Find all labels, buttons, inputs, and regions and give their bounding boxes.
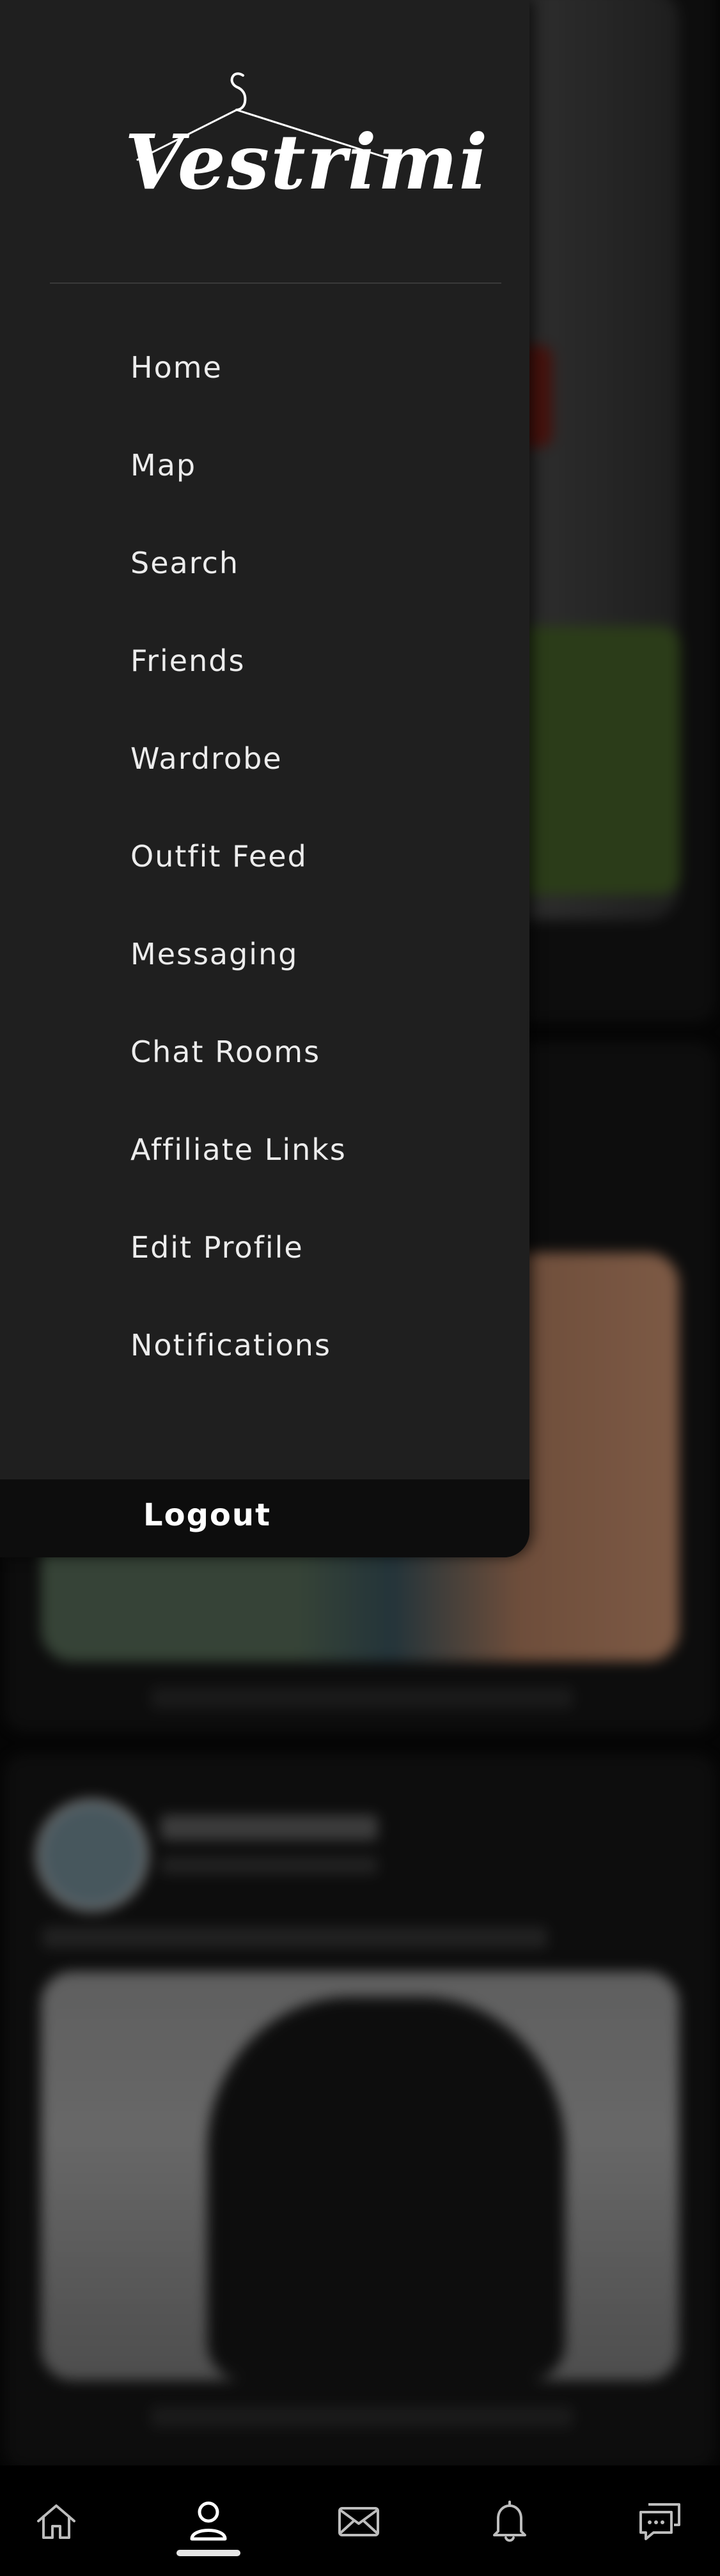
nav-profile-button[interactable] bbox=[164, 2465, 253, 2576]
menu-item-search[interactable]: Search bbox=[130, 546, 347, 644]
bell-icon bbox=[493, 2500, 526, 2541]
menu-item-label[interactable]: Messaging bbox=[130, 937, 298, 972]
post-date bbox=[160, 1856, 378, 1874]
chat-icon bbox=[639, 2503, 680, 2540]
home-icon bbox=[37, 2504, 75, 2539]
menu-item-label[interactable]: Map bbox=[130, 448, 196, 483]
navigation-drawer: Vestrimi Home Map Search Friends Wardrob… bbox=[0, 0, 529, 1557]
nav-chat-button[interactable] bbox=[615, 2465, 705, 2576]
post-caption bbox=[42, 1927, 547, 1948]
feed-post-card bbox=[4, 1754, 716, 2470]
menu-item-label[interactable]: Search bbox=[130, 546, 239, 581]
menu-item-friends[interactable]: Friends bbox=[130, 644, 347, 741]
menu-item-home[interactable]: Home bbox=[130, 350, 347, 448]
active-tab-indicator bbox=[176, 2550, 240, 2556]
bottom-navigation-bar bbox=[0, 2465, 720, 2576]
mail-icon bbox=[338, 2506, 379, 2536]
logo-wordmark: Vestrimi bbox=[125, 118, 489, 206]
menu-item-messaging[interactable]: Messaging bbox=[130, 937, 347, 1035]
menu-item-label[interactable]: Edit Profile bbox=[130, 1230, 304, 1265]
menu-item-label[interactable]: Home bbox=[130, 350, 223, 385]
nav-mail-button[interactable] bbox=[314, 2465, 403, 2576]
menu-item-outfit-feed[interactable]: Outfit Feed bbox=[130, 839, 347, 937]
avatar bbox=[36, 1799, 148, 1911]
nav-notifications-button[interactable] bbox=[465, 2465, 554, 2576]
menu-item-notifications[interactable]: Notifications bbox=[130, 1328, 347, 1426]
post-actions bbox=[151, 1687, 573, 1709]
app-screen: Vestrimi Home Map Search Friends Wardrob… bbox=[0, 0, 720, 2576]
menu-item-wardrobe[interactable]: Wardrobe bbox=[130, 741, 347, 839]
menu-item-chat-rooms[interactable]: Chat Rooms bbox=[130, 1035, 347, 1132]
menu-item-label[interactable]: Notifications bbox=[130, 1328, 331, 1363]
menu-item-label[interactable]: Wardrobe bbox=[130, 741, 283, 776]
menu-item-label[interactable]: Chat Rooms bbox=[130, 1035, 320, 1070]
divider bbox=[50, 282, 501, 284]
menu-item-label[interactable]: Affiliate Links bbox=[130, 1132, 347, 1168]
logout-label[interactable]: Logout bbox=[143, 1497, 271, 1533]
menu-item-label[interactable]: Outfit Feed bbox=[130, 839, 308, 874]
menu-item-affiliate-links[interactable]: Affiliate Links bbox=[130, 1132, 347, 1230]
nav-home-button[interactable] bbox=[12, 2465, 101, 2576]
logout-button[interactable]: Logout bbox=[0, 1479, 529, 1557]
post-author bbox=[160, 1815, 378, 1840]
menu-item-edit-profile[interactable]: Edit Profile bbox=[130, 1230, 347, 1328]
drawer-menu: Home Map Search Friends Wardrobe Outfit … bbox=[130, 350, 347, 1426]
post-image bbox=[41, 1971, 679, 2380]
post-actions bbox=[151, 2406, 573, 2428]
menu-item-map[interactable]: Map bbox=[130, 448, 347, 546]
menu-item-label[interactable]: Friends bbox=[130, 644, 245, 679]
profile-icon bbox=[190, 2501, 227, 2540]
